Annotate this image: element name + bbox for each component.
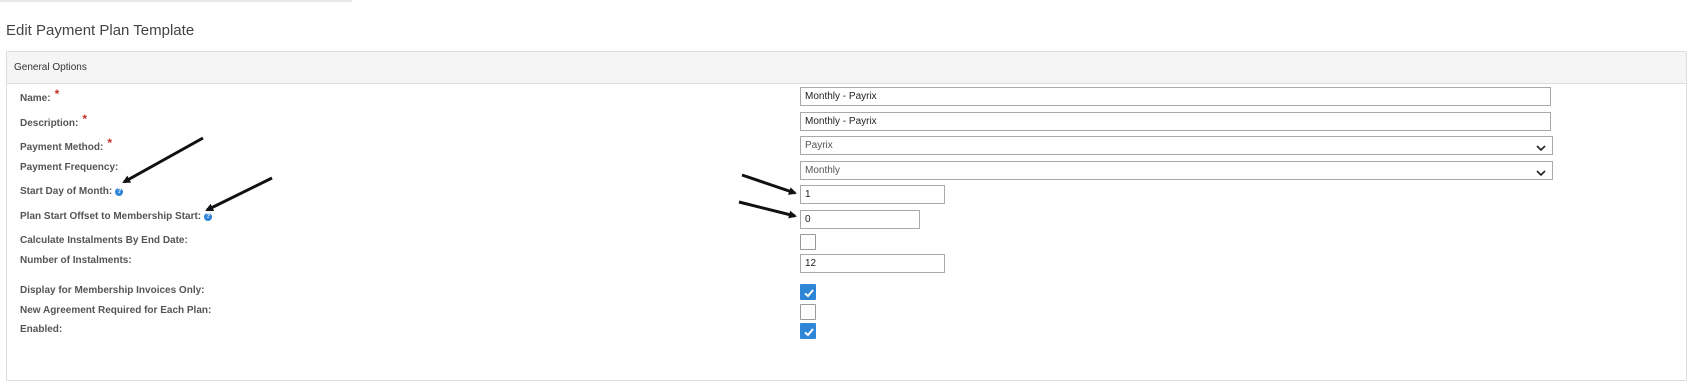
name-label-text: Name: <box>20 93 51 104</box>
calculate-by-end-date-label-text: Calculate Instalments By End Date: <box>20 235 188 246</box>
calculate-by-end-date-checkbox[interactable] <box>800 234 816 250</box>
enabled-label-text: Enabled: <box>20 324 63 335</box>
required-marker: * <box>82 112 88 126</box>
start-day-of-month-input[interactable] <box>800 185 945 204</box>
payment-method-label-text: Payment Method: <box>20 142 104 153</box>
payment-method-value: Payrix <box>805 140 833 151</box>
number-of-instalments-input[interactable] <box>800 254 945 273</box>
required-marker: * <box>54 87 60 101</box>
panel-title: General Options <box>14 62 87 73</box>
chevron-down-icon <box>1536 141 1546 158</box>
question-circle-icon[interactable]: ? <box>204 213 213 221</box>
calculate-by-end-date-label: Calculate Instalments By End Date: <box>20 235 188 246</box>
name-input[interactable] <box>800 87 1551 106</box>
name-label: Name: * <box>20 87 60 104</box>
plan-start-offset-label-text: Plan Start Offset to Membership Start: <box>20 211 202 222</box>
number-of-instalments-label-text: Number of Instalments: <box>20 255 132 266</box>
start-day-of-month-label: Start Day of Month:? <box>20 186 124 197</box>
start-day-of-month-label-text: Start Day of Month: <box>20 186 113 197</box>
top-strip <box>0 0 352 2</box>
membership-invoices-only-checkbox[interactable] <box>800 284 816 300</box>
description-label-text: Description: <box>20 118 79 129</box>
number-of-instalments-label: Number of Instalments: <box>20 255 132 266</box>
payment-method-select[interactable]: Payrix <box>800 136 1553 155</box>
enabled-checkbox[interactable] <box>800 323 816 339</box>
chevron-down-icon <box>1536 166 1546 183</box>
payment-method-label: Payment Method: * <box>20 136 113 153</box>
check-icon <box>804 328 814 337</box>
payment-frequency-select[interactable]: Monthly <box>800 161 1553 180</box>
plan-start-offset-input[interactable] <box>800 210 920 229</box>
page-title: Edit Payment Plan Template <box>6 22 195 39</box>
membership-invoices-only-label: Display for Membership Invoices Only: <box>20 285 205 296</box>
enabled-label: Enabled: <box>20 324 62 335</box>
payment-frequency-label: Payment Frequency: <box>20 162 118 173</box>
payment-frequency-label-text: Payment Frequency: <box>20 162 119 173</box>
check-icon <box>804 289 814 298</box>
description-label: Description: * <box>20 112 88 129</box>
required-marker: * <box>107 136 113 150</box>
new-agreement-required-label: New Agreement Required for Each Plan: <box>20 305 211 316</box>
new-agreement-required-checkbox[interactable] <box>800 304 816 320</box>
membership-invoices-only-label-text: Display for Membership Invoices Only: <box>20 285 205 296</box>
new-agreement-required-label-text: New Agreement Required for Each Plan: <box>20 305 212 316</box>
question-circle-icon[interactable]: ? <box>115 188 124 196</box>
plan-start-offset-label: Plan Start Offset to Membership Start:? <box>20 211 213 222</box>
panel-header: General Options <box>7 52 1686 84</box>
payment-frequency-value: Monthly <box>805 165 841 176</box>
description-input[interactable] <box>800 112 1551 131</box>
